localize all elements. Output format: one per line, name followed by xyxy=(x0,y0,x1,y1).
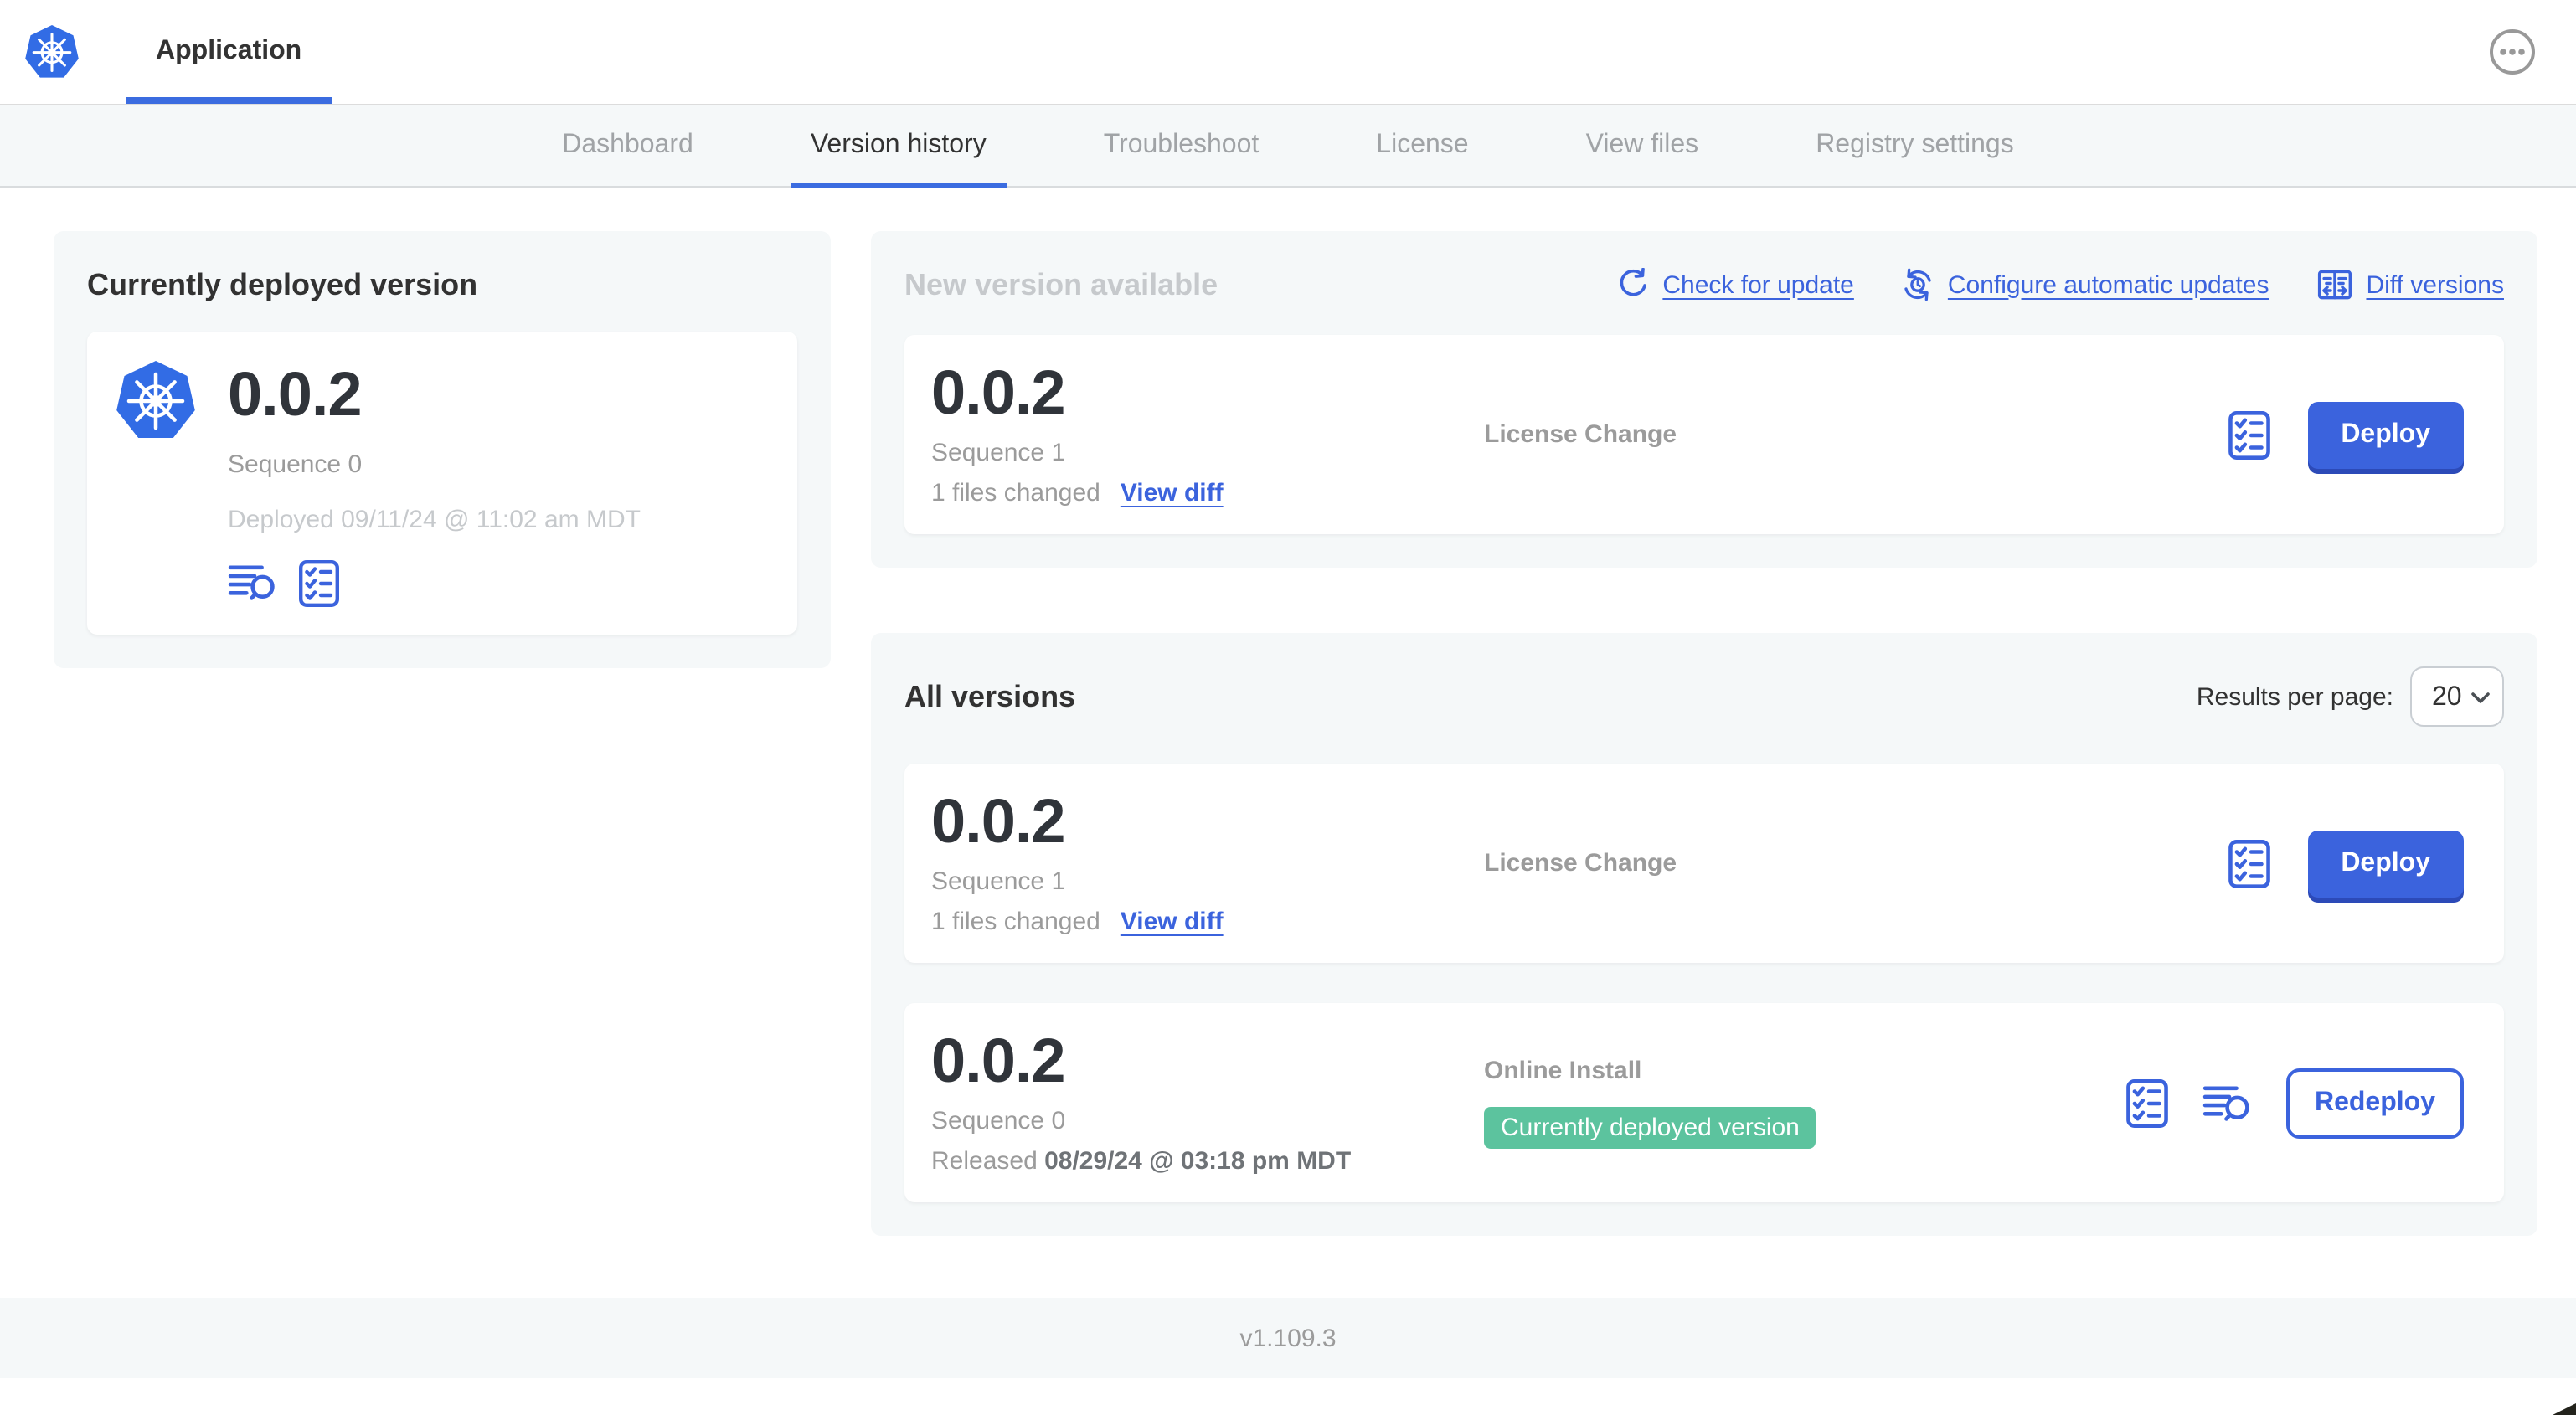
deployed-version-number: 0.0.2 xyxy=(228,360,363,429)
logs-icon[interactable] xyxy=(228,563,278,603)
install-source-label: Online Install xyxy=(1484,1057,1642,1085)
all-versions-panel: All versions Results per page: 20 0.0.2 … xyxy=(871,633,2537,1236)
app-footer: v1.109.3 xyxy=(0,1298,2576,1378)
tab-dashboard[interactable]: Dashboard xyxy=(542,105,714,186)
version-history-list: 0.0.2 Sequence 1 1 files changed View di… xyxy=(904,764,2504,1202)
right-column: New version available Check for update C… xyxy=(871,231,2537,1236)
version-sequence: Sequence 1 xyxy=(931,867,1066,896)
version-info: 0.0.2 Sequence 1 1 files changed View di… xyxy=(931,362,1484,507)
results-per-page-select[interactable]: 20 xyxy=(2410,666,2504,727)
version-info: 0.0.2 Sequence 0 Released 08/29/24 @ 03:… xyxy=(931,1030,1484,1176)
deployed-version-card: 0.0.2 Sequence 0 Deployed 09/11/24 @ 11:… xyxy=(87,332,797,635)
deployed-version-details: 0.0.2 Sequence 0 Deployed 09/11/24 @ 11:… xyxy=(228,358,641,607)
cursor-artifact xyxy=(2553,1403,2576,1415)
auto-update-clock-icon xyxy=(1904,268,1931,301)
tab-license[interactable]: License xyxy=(1356,105,1488,186)
results-per-page: Results per page: 20 xyxy=(2197,666,2504,727)
deploy-button[interactable]: Deploy xyxy=(2307,401,2464,468)
more-menu-button[interactable] xyxy=(2489,28,2536,75)
diff-icon xyxy=(2317,270,2352,300)
console-version: v1.109.3 xyxy=(1239,1324,1337,1352)
kubernetes-logo-icon xyxy=(23,23,80,80)
check-for-update-link[interactable]: Check for update xyxy=(1615,268,1854,301)
version-info: 0.0.2 Sequence 1 1 files changed View di… xyxy=(931,790,1484,936)
app-header: Application xyxy=(0,0,2576,105)
released-timestamp: Released 08/29/24 @ 03:18 pm MDT xyxy=(931,1147,1352,1176)
currently-deployed-panel: Currently deployed version 0.0.2 Sequenc… xyxy=(54,231,831,668)
version-row-sequence-1: 0.0.2 Sequence 1 1 files changed View di… xyxy=(904,764,2504,963)
preflight-checks-icon[interactable] xyxy=(298,558,340,607)
ellipsis-icon xyxy=(2490,29,2535,75)
release-notes-label: License Change xyxy=(1484,848,1677,877)
files-changed-label: 1 files changed xyxy=(931,908,1100,936)
version-number: 0.0.2 xyxy=(931,787,1066,856)
all-versions-title: All versions xyxy=(904,680,1076,713)
preflight-checks-icon[interactable] xyxy=(2227,838,2270,888)
preflight-checks-icon[interactable] xyxy=(2227,409,2270,460)
logs-icon[interactable] xyxy=(2202,1083,2253,1123)
currently-deployed-title: Currently deployed version xyxy=(87,268,478,301)
currently-deployed-badge: Currently deployed version xyxy=(1484,1107,1816,1149)
kubernetes-app-icon xyxy=(114,358,198,442)
refresh-icon xyxy=(1620,268,1646,296)
version-actions-links: Check for update Configure automatic upd… xyxy=(1615,266,2504,303)
deploy-button[interactable]: Deploy xyxy=(2307,830,2464,897)
deployed-sequence: Sequence 0 xyxy=(228,450,363,479)
results-per-page-label: Results per page: xyxy=(2196,682,2393,711)
app-subnav: Dashboard Version history Troubleshoot L… xyxy=(0,105,2576,188)
new-version-row: 0.0.2 Sequence 1 1 files changed View di… xyxy=(904,335,2504,534)
version-sequence: Sequence 1 xyxy=(931,439,1066,467)
deployed-actions xyxy=(228,558,641,607)
release-notes-label: License Change xyxy=(1484,419,1677,448)
app-tab-application[interactable]: Application xyxy=(126,0,332,104)
app-tab-active-underline xyxy=(126,97,332,104)
version-sequence: Sequence 0 xyxy=(931,1107,1066,1135)
diff-versions-link[interactable]: Diff versions xyxy=(2316,266,2504,303)
redeploy-button[interactable]: Redeploy xyxy=(2285,1068,2464,1138)
deployed-timestamp: Deployed 09/11/24 @ 11:02 am MDT xyxy=(228,505,641,534)
tab-version-history[interactable]: Version history xyxy=(790,105,1007,188)
version-number: 0.0.2 xyxy=(931,1027,1066,1095)
kots-admin-console: Application Dashboard Version history Tr… xyxy=(0,0,2576,1415)
app-tab-label: Application xyxy=(156,37,302,65)
tab-registry-settings[interactable]: Registry settings xyxy=(1795,105,2034,186)
view-diff-link[interactable]: View diff xyxy=(1121,908,1224,936)
new-version-title: New version available xyxy=(904,268,1218,301)
tab-troubleshoot[interactable]: Troubleshoot xyxy=(1084,105,1280,186)
configure-automatic-updates-link[interactable]: Configure automatic updates xyxy=(1901,268,2269,301)
new-version-panel: New version available Check for update C… xyxy=(871,231,2537,568)
version-number: 0.0.2 xyxy=(931,358,1066,427)
files-changed-label: 1 files changed xyxy=(931,479,1100,507)
view-diff-link[interactable]: View diff xyxy=(1121,479,1224,507)
preflight-checks-icon[interactable] xyxy=(2125,1078,2169,1128)
version-row-sequence-0: 0.0.2 Sequence 0 Released 08/29/24 @ 03:… xyxy=(904,1003,2504,1202)
tab-view-files[interactable]: View files xyxy=(1566,105,1719,186)
main-content: Currently deployed version 0.0.2 Sequenc… xyxy=(0,188,2576,1236)
